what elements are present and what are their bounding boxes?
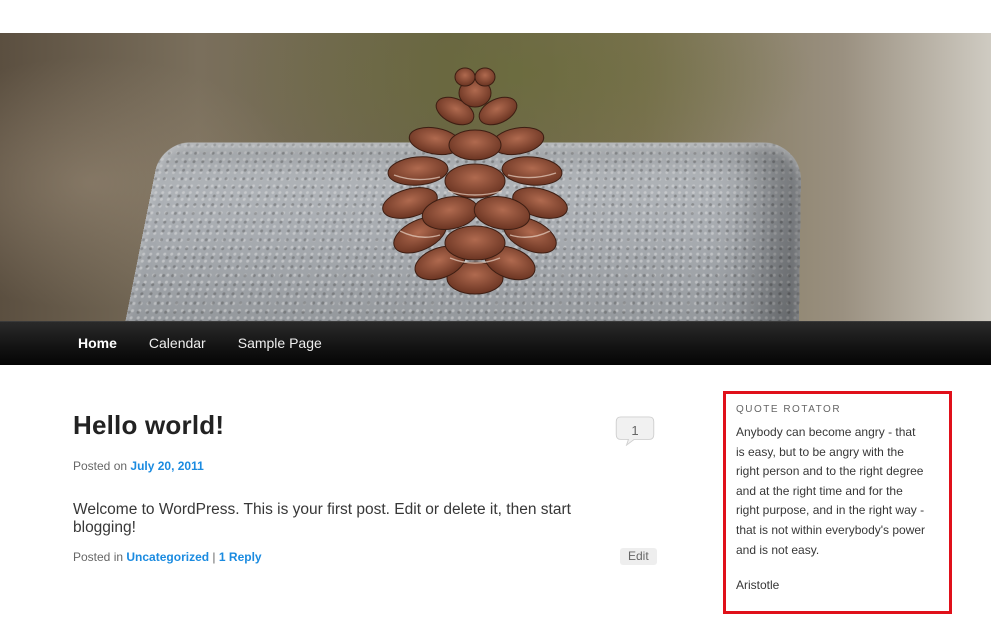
header-image[interactable] — [0, 33, 991, 321]
posted-on-label: Posted on — [73, 459, 128, 473]
nav-item-home[interactable]: Home — [62, 322, 133, 365]
widget-title: QUOTE ROTATOR — [736, 404, 842, 415]
nav-item-sample-page[interactable]: Sample Page — [222, 322, 338, 365]
comment-count[interactable]: 1 — [614, 416, 656, 446]
edit-button[interactable]: Edit — [620, 548, 657, 565]
quote-rotator-widget: QUOTE ROTATOR Anybody can become angry -… — [723, 391, 952, 614]
quote-text: Anybody can become angry - that is easy,… — [736, 425, 926, 557]
post-meta: Posted on July 20, 2011 — [73, 459, 204, 473]
post-content: Welcome to WordPress. This is your first… — [73, 501, 571, 536]
main-navigation: Home Calendar Sample Page — [0, 321, 991, 365]
posted-in-label: Posted in — [73, 550, 124, 564]
category-link[interactable]: Uncategorized — [126, 550, 209, 564]
top-whitespace — [0, 0, 991, 33]
replies-link[interactable]: 1 Reply — [219, 550, 262, 564]
pinecone-image — [382, 67, 568, 295]
nav-item-calendar[interactable]: Calendar — [133, 322, 222, 365]
footer-separator: | — [212, 550, 216, 564]
nav-menu: Home Calendar Sample Page — [62, 322, 338, 365]
post-title[interactable]: Hello world! — [73, 410, 224, 441]
post-date-link[interactable]: July 20, 2011 — [130, 459, 203, 473]
quote-author: Aristotle — [736, 578, 780, 592]
post-footer: Posted in Uncategorized | 1 Reply — [73, 550, 262, 564]
